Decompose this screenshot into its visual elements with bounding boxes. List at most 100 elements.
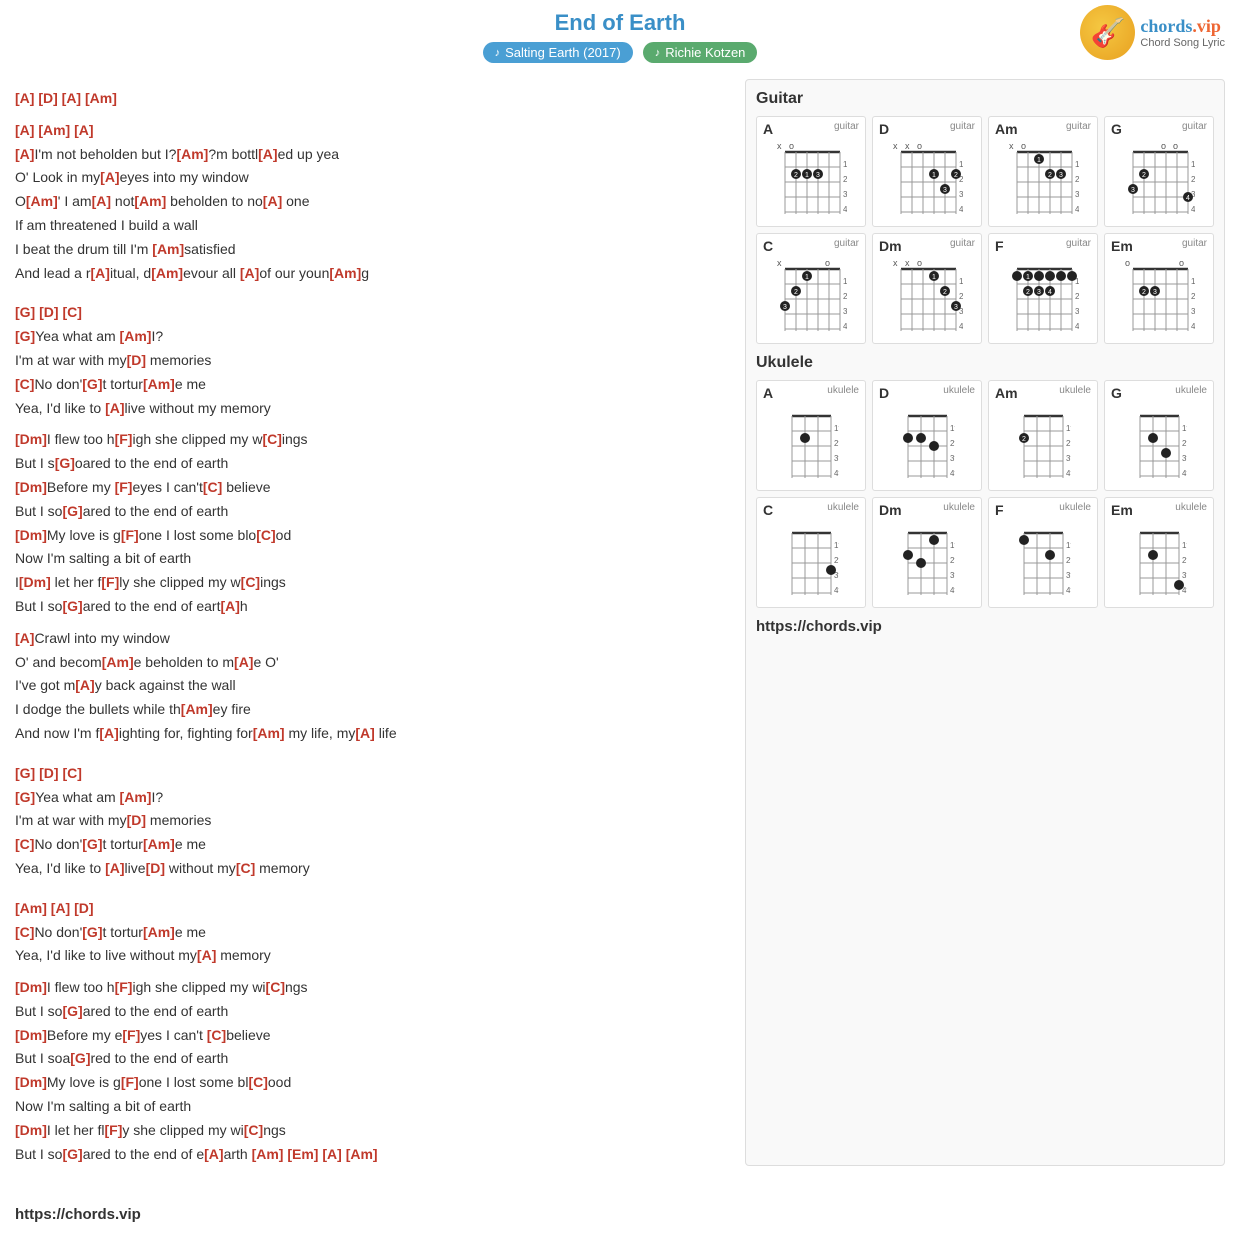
chord-token[interactable]: [Am] [176, 146, 208, 162]
chord-token[interactable]: [A] [51, 900, 70, 916]
chord-token[interactable]: [A] [99, 725, 118, 741]
chord-token[interactable]: [Am] [181, 701, 213, 717]
chord-token[interactable]: [F] [115, 479, 133, 495]
chord-token[interactable]: [Am] [252, 1146, 284, 1162]
chord-token[interactable]: [Dm] [15, 1027, 47, 1043]
chord-token[interactable]: [G] [55, 455, 75, 471]
chord-token[interactable]: [A] [15, 630, 34, 646]
chord-token[interactable]: [C] [62, 765, 81, 781]
lyric-line: I'm at war with my[D] memories [15, 349, 725, 373]
chord-token[interactable]: [D] [38, 90, 57, 106]
chord-token[interactable]: [A] [74, 122, 93, 138]
chord-token[interactable]: [G] [15, 328, 35, 344]
album-badge[interactable]: ♪ Salting Earth (2017) [483, 42, 633, 63]
chord-token[interactable]: [C] [241, 574, 260, 590]
chord-token[interactable]: [G] [62, 1146, 82, 1162]
chord-token[interactable]: [A] [220, 598, 239, 614]
chord-token[interactable]: [F] [122, 1027, 140, 1043]
chord-token[interactable]: [G] [15, 765, 35, 781]
chord-token[interactable]: [D] [39, 304, 58, 320]
chord-token[interactable]: [A] [240, 265, 259, 281]
chord-token[interactable]: [A] [355, 725, 374, 741]
chord-token[interactable]: [C] [203, 479, 222, 495]
chord-token[interactable]: [A] [258, 146, 277, 162]
chord-token[interactable]: [Am] [120, 328, 152, 344]
chord-token[interactable]: [Am] [26, 193, 58, 209]
lyric-line: Yea, I'd like to live without my[A] memo… [15, 944, 725, 968]
chord-token[interactable]: [Am] [134, 193, 166, 209]
chord-token[interactable]: [Dm] [15, 1074, 47, 1090]
chord-token[interactable]: [Dm] [15, 479, 47, 495]
chord-token[interactable]: [Em] [287, 1146, 318, 1162]
chord-token[interactable]: [G] [15, 789, 35, 805]
chord-token[interactable]: [G] [82, 836, 102, 852]
chord-token[interactable]: [G] [82, 924, 102, 940]
chord-token[interactable]: [G] [62, 598, 82, 614]
chord-token[interactable]: [D] [146, 860, 165, 876]
chord-token[interactable]: [Dm] [19, 574, 51, 590]
chord-token[interactable]: [A] [15, 146, 34, 162]
chord-token[interactable]: [D] [127, 352, 146, 368]
chord-token[interactable]: [A] [15, 122, 34, 138]
chord-token[interactable]: [F] [121, 1074, 139, 1090]
chord-token[interactable]: [Am] [120, 789, 152, 805]
chord-token[interactable]: [Am] [152, 241, 184, 257]
chord-token[interactable]: [D] [74, 900, 93, 916]
chord-token[interactable]: [C] [236, 860, 255, 876]
chord-token[interactable]: [F] [101, 574, 119, 590]
chord-token[interactable]: [Am] [38, 122, 70, 138]
chord-token[interactable]: [Am] [151, 265, 183, 281]
chord-token[interactable]: [Am] [85, 90, 117, 106]
chord-token[interactable]: [A] [105, 860, 124, 876]
chord-token[interactable]: [C] [262, 431, 281, 447]
chord-token[interactable]: [A] [100, 169, 119, 185]
chord-token[interactable]: [F] [104, 1122, 122, 1138]
chord-token[interactable]: [F] [115, 979, 133, 995]
chord-token[interactable]: [G] [62, 1003, 82, 1019]
chord-token[interactable]: [C] [15, 924, 34, 940]
chord-token[interactable]: [G] [82, 376, 102, 392]
chord-token[interactable]: [A] [263, 193, 282, 209]
chord-token[interactable]: [G] [70, 1050, 90, 1066]
chord-token[interactable]: [A] [75, 677, 94, 693]
chord-token[interactable]: [Am] [253, 725, 285, 741]
chord-token[interactable]: [Am] [329, 265, 361, 281]
chord-token[interactable]: [C] [256, 527, 275, 543]
chord-token[interactable]: [Dm] [15, 979, 47, 995]
chord-token[interactable]: [A] [91, 265, 110, 281]
chord-token[interactable]: [A] [15, 90, 34, 106]
chord-token[interactable]: [Am] [143, 376, 175, 392]
chord-token[interactable]: [Am] [346, 1146, 378, 1162]
chord-token[interactable]: [A] [322, 1146, 341, 1162]
chord-token[interactable]: [C] [62, 304, 81, 320]
lyrics-panel: [A] [D] [A] [Am][A] [Am] [A][A]I'm not b… [15, 79, 745, 1166]
chord-token[interactable]: [C] [266, 979, 285, 995]
chord-token[interactable]: [D] [127, 812, 146, 828]
chord-token[interactable]: [C] [15, 376, 34, 392]
chord-token[interactable]: [A] [197, 947, 216, 963]
chord-token[interactable]: [A] [92, 193, 111, 209]
chord-token[interactable]: [A] [62, 90, 81, 106]
chord-token[interactable]: [G] [15, 304, 35, 320]
chord-token[interactable]: [Am] [15, 900, 47, 916]
artist-badge[interactable]: ♪ Richie Kotzen [643, 42, 758, 63]
chord-token[interactable]: [C] [207, 1027, 226, 1043]
chord-token[interactable]: [Am] [143, 836, 175, 852]
chord-token[interactable]: [Dm] [15, 527, 47, 543]
chord-token[interactable]: [C] [15, 836, 34, 852]
chord-token[interactable]: [A] [204, 1146, 223, 1162]
chord-token[interactable]: [G] [62, 503, 82, 519]
chord-token[interactable]: [Am] [143, 924, 175, 940]
chord-token[interactable]: [C] [244, 1122, 263, 1138]
lyric-text: ey fire [213, 701, 251, 717]
chord-token[interactable]: [A] [234, 654, 253, 670]
chord-token[interactable]: [F] [115, 431, 133, 447]
chord-token[interactable]: [C] [248, 1074, 267, 1090]
lyric-line: [Dm]I flew too h[F]igh she clipped my wi… [15, 976, 725, 1000]
chord-token[interactable]: [F] [121, 527, 139, 543]
chord-token[interactable]: [A] [105, 400, 124, 416]
chord-token[interactable]: [Dm] [15, 431, 47, 447]
chord-token[interactable]: [Dm] [15, 1122, 47, 1138]
chord-token[interactable]: [D] [39, 765, 58, 781]
chord-token[interactable]: [Am] [102, 654, 134, 670]
